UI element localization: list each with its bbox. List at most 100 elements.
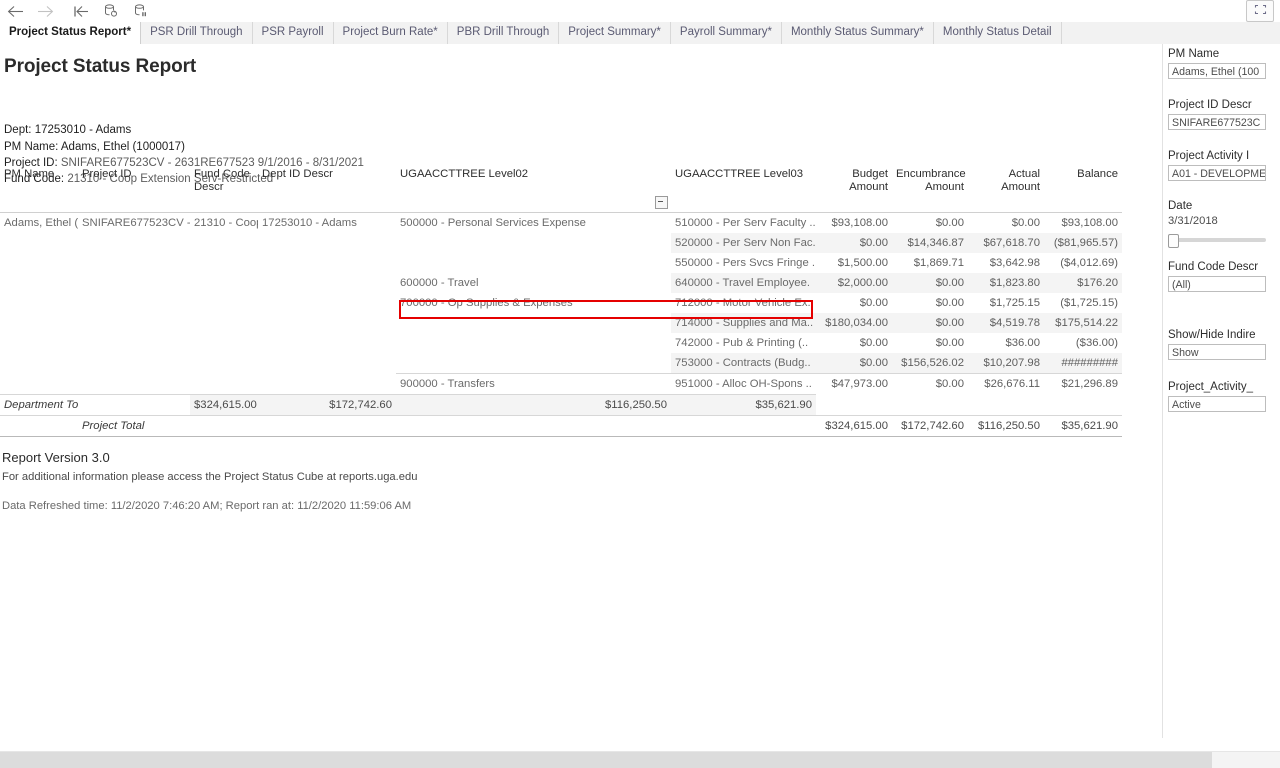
cell-actual: $10,207.98 [968,353,1044,374]
project-total-actual: $116,250.50 [968,415,1044,437]
date-slider[interactable] [1168,233,1266,248]
cell-level03[interactable]: 510000 - Per Serv Faculty .. [671,213,816,234]
cell-level02[interactable]: 700000 - Op Supplies & Expenses [396,293,671,313]
pause-button[interactable] [126,0,156,22]
cell-level02[interactable] [396,233,671,253]
tab-monthly-status-detail[interactable]: Monthly Status Detail [933,22,1062,44]
cell-level02[interactable]: 900000 - Transfers [396,373,671,395]
forward-button[interactable] [30,0,60,22]
cell-project-id: SNIFARE677523CV - 2631RE677523 9/1/2016 … [82,217,190,229]
tab-psr-payroll[interactable]: PSR Payroll [252,22,334,44]
col-header-project-id[interactable]: Project ID [78,164,190,213]
cell-budget: $0.00 [816,353,892,374]
filter-fund-code-descr-input[interactable]: (All) [1168,276,1266,292]
col-header-fund-code-descr[interactable]: Fund Code Descr [190,164,258,213]
cell-level03[interactable]: 520000 - Per Serv Non Fac.. [671,233,816,253]
horizontal-scrollbar-thumb[interactable] [0,752,1212,768]
cell-fund-code-descr: 21310 - Coop Extension Serv-Restricted [194,217,258,229]
pm-meta-line: PM Name: Adams, Ethel (1000017) [4,141,185,153]
filter-show-hide-indirect: Show/Hide Indire Show [1168,329,1280,360]
filter-show-hide-indirect-input[interactable]: Show [1168,344,1266,360]
cell-level03[interactable]: 714000 - Supplies and Ma.. [671,313,816,333]
tab-pbr-drill-through[interactable]: PBR Drill Through [447,22,560,44]
cell-level02[interactable] [396,353,671,374]
dept-label: Dept: [4,124,32,136]
col-header-balance[interactable]: Balance [1044,164,1122,213]
collapse-level02-icon[interactable] [655,196,668,209]
cell-actual: $1,823.80 [968,273,1044,293]
cell-level02[interactable]: 600000 - Travel [396,273,671,293]
cell-balance: ($4,012.69) [1060,257,1118,269]
filter-pm-name-input[interactable]: Adams, Ethel (100 [1168,63,1266,79]
table-body: Adams, Ethel (10000017) SNIFARE677523CV … [0,213,1122,437]
cell-balance: ($36.00) [1075,337,1118,349]
cell-level03[interactable]: 640000 - Travel Employee. [671,273,816,293]
date-slider-thumb[interactable] [1168,234,1179,248]
fullscreen-button[interactable] [1246,0,1274,22]
filter-fund-code-descr-label: Fund Code Descr [1168,261,1259,273]
cell-balance: ($1,725.15) [1060,297,1118,309]
cell-level03[interactable]: 742000 - Pub & Printing (.. [671,333,816,353]
tab-label: PSR Drill Through [150,26,243,39]
filter-project-activity-input[interactable]: A01 - DEVELOPME [1168,165,1266,181]
cell-encumbrance: $0.00 [892,373,968,395]
cell-level02[interactable] [396,313,671,333]
project-total-spacer-e [671,415,816,437]
col-header-pm-name[interactable]: PM Name [0,164,78,213]
dept-total-balance: $35,621.90 [671,394,816,416]
application-window: Project Status Report* PSR Drill Through… [0,0,1280,768]
cell-level03[interactable]: 951000 - Alloc OH-Spons .. [671,373,816,395]
back-button[interactable] [0,0,30,22]
refresh-button[interactable] [96,0,126,22]
cell-level03[interactable]: 712000 - Motor Vehicle Ex.. [671,293,816,313]
arrow-left-icon [7,5,24,18]
col-header-level02[interactable]: UGAACCTTREE Level02 [396,164,671,213]
filter-pm-name-label: PM Name [1168,48,1220,60]
pm-value: Adams, Ethel (1000017) [60,141,185,153]
col-header-budget-amount[interactable]: Budget Amount [816,164,892,213]
cell-level02[interactable] [396,253,671,273]
cell-encumbrance: $0.00 [935,337,964,349]
tab-label: Monthly Status Summary* [790,26,924,39]
revert-button[interactable] [66,0,96,22]
cell-encumbrance: $14,346.87 [892,233,968,253]
report-canvas: Project Status Report Dept: 17253010 - A… [0,44,1168,738]
toolbar [0,0,1280,23]
report-table: PM Name Project ID Fund Code Descr Dept … [0,164,1122,437]
cell-level02[interactable]: 500000 - Personal Services Expense [396,213,671,234]
filter-project-id-descr-input[interactable]: SNIFARE677523C [1168,114,1266,130]
filter-show-hide-indirect-label: Show/Hide Indire [1168,329,1256,341]
tab-payroll-summary[interactable]: Payroll Summary* [670,22,782,44]
filter-panel: PM Name Adams, Ethel (100 Project ID Des… [1162,44,1280,738]
cell-actual: $0.00 [1011,217,1040,229]
col-header-dept-id-descr[interactable]: Dept ID Descr [258,164,396,213]
cell-level02[interactable] [396,333,671,353]
tab-project-burn-rate[interactable]: Project Burn Rate* [333,22,448,44]
col-header-actual-amount[interactable]: Actual Amount [968,164,1044,213]
tab-psr-drill-through[interactable]: PSR Drill Through [141,22,253,44]
cell-actual: $4,519.78 [968,313,1044,333]
col-header-level03[interactable]: UGAACCTTREE Level03 [671,164,816,213]
tab-project-status-report[interactable]: Project Status Report* [0,22,142,44]
filter-project-activity-active-input[interactable]: Active [1168,396,1266,412]
table-row[interactable]: Adams, Ethel (10000017) SNIFARE677523CV … [0,213,1122,234]
filter-fund-code-descr: Fund Code Descr (All) [1168,261,1280,292]
cell-balance: ($81,965.57) [1044,233,1122,253]
dept-total-budget: $324,615.00 [190,394,258,416]
project-total-encumbrance: $172,742.60 [892,415,968,437]
tab-project-summary[interactable]: Project Summary* [559,22,671,44]
cell-budget: $180,034.00 [816,313,892,333]
filter-project-activity: Project Activity I A01 - DEVELOPME [1168,150,1280,181]
project-total-row: Project Total $324,615.00 $172,742.60 $1… [0,415,1122,437]
horizontal-scrollbar[interactable] [0,751,1280,768]
tab-label: Project Summary* [568,26,661,39]
date-slider-track[interactable] [1171,238,1266,242]
cell-actual: $26,676.11 [968,373,1044,395]
cell-level03[interactable]: 550000 - Pers Svcs Fringe .. [671,253,816,273]
cell-actual: $1,725.15 [989,297,1040,309]
dept-total-label: Department Total [0,394,78,416]
dept-total-spacer [78,394,190,416]
cell-level03[interactable]: 753000 - Contracts (Budg.. [671,353,816,374]
col-header-encumbrance-amount[interactable]: Encumbrance Amount [892,164,968,213]
tab-monthly-status-summary[interactable]: Monthly Status Summary* [781,22,934,44]
